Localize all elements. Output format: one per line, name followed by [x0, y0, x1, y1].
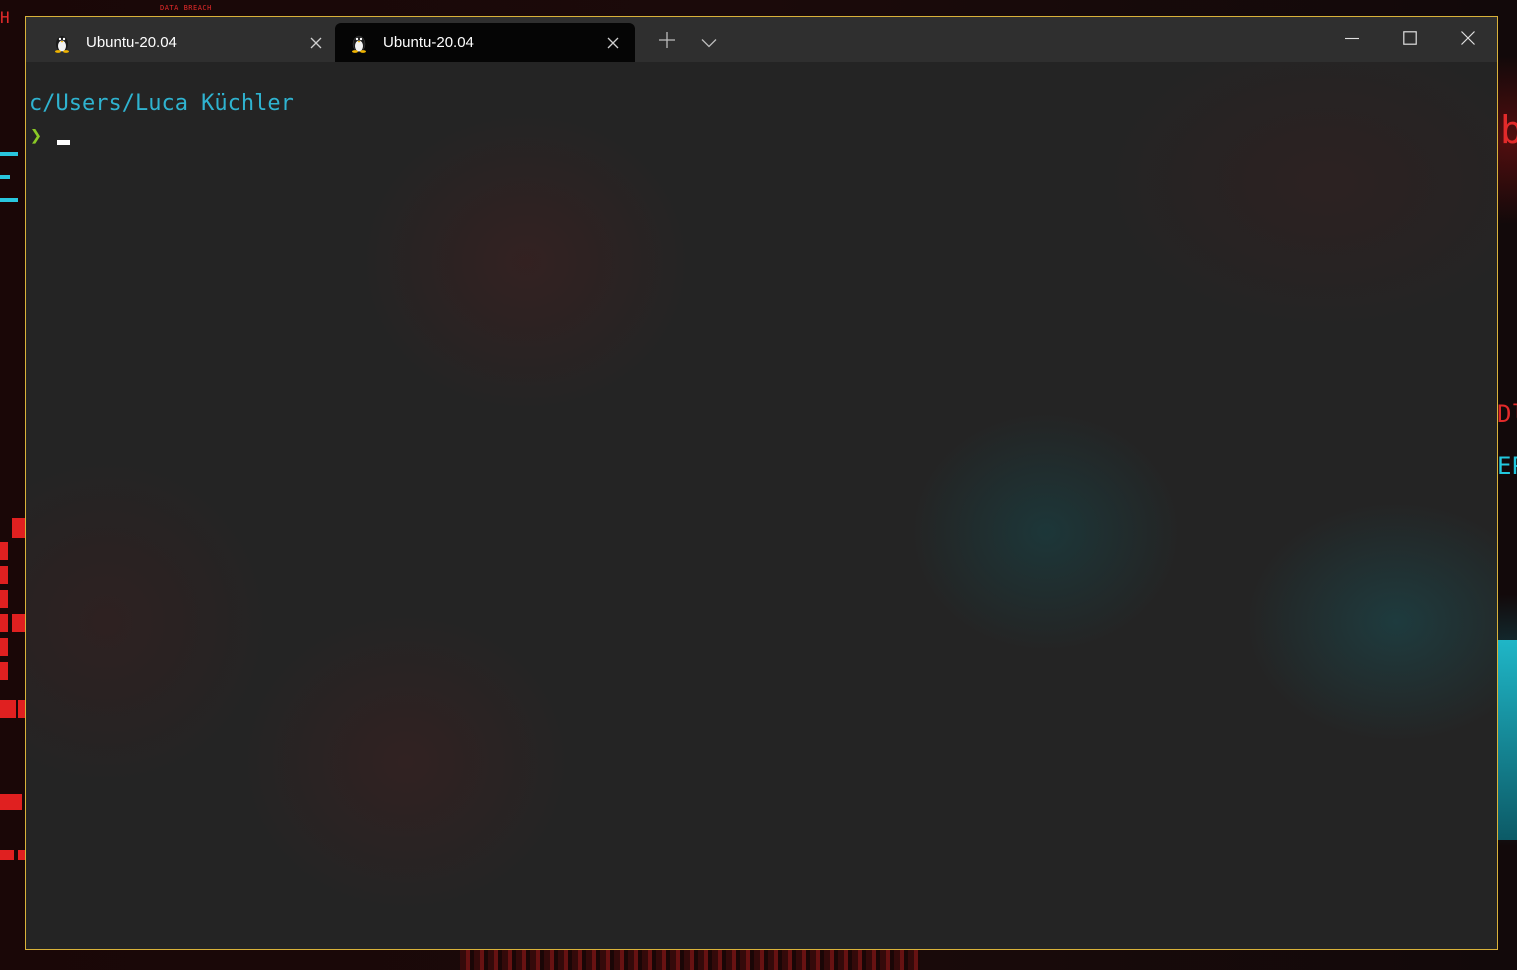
close-icon [1461, 30, 1475, 49]
wallpaper-decoration [0, 794, 22, 810]
wallpaper-decoration [0, 542, 8, 560]
wallpaper-text: b [1500, 108, 1517, 152]
wallpaper-decoration [1497, 640, 1517, 840]
linux-penguin-icon [349, 33, 369, 53]
maximize-button[interactable] [1381, 17, 1439, 61]
close-tab-icon[interactable] [306, 33, 326, 53]
tab-ubuntu-2[interactable]: Ubuntu-20.04 [335, 23, 635, 62]
wallpaper-text: H [0, 8, 10, 27]
minimize-icon [1345, 30, 1359, 49]
close-tab-icon[interactable] [603, 33, 623, 53]
wallpaper-decoration [0, 152, 18, 156]
wallpaper-decoration [460, 950, 920, 970]
new-tab-button[interactable] [652, 27, 682, 57]
wallpaper-decoration [0, 850, 14, 860]
close-window-button[interactable] [1439, 17, 1497, 61]
terminal-window: Ubuntu-20.04 Ubuntu-20.04 c/Users/Luca K… [25, 16, 1498, 950]
wallpaper-decoration [0, 638, 8, 656]
wallpaper-decoration [0, 590, 8, 608]
maximize-icon [1403, 30, 1417, 49]
text-cursor [57, 140, 70, 145]
wallpaper-decoration [18, 700, 25, 718]
tab-label: Ubuntu-20.04 [383, 34, 474, 51]
wallpaper-text: EP [1497, 452, 1517, 480]
chevron-down-icon [701, 33, 717, 52]
minimize-button[interactable] [1323, 17, 1381, 61]
tab-label: Ubuntu-20.04 [86, 34, 177, 51]
wallpaper-decoration [0, 700, 16, 718]
wallpaper-banner-text: DATA BREACH [160, 4, 212, 12]
wallpaper-decoration [0, 198, 18, 202]
prompt-line: ❯ [30, 122, 42, 148]
title-bar[interactable]: Ubuntu-20.04 Ubuntu-20.04 [26, 17, 1497, 62]
linux-penguin-icon [52, 33, 72, 53]
terminal-pane[interactable]: c/Users/Luca Küchler ❯ [26, 62, 1497, 949]
wallpaper-decoration [0, 614, 8, 632]
prompt-symbol: ❯ [30, 123, 43, 147]
wallpaper-decoration [18, 850, 25, 860]
wallpaper-text: Dl [1497, 400, 1517, 428]
wallpaper-decoration [12, 518, 25, 538]
plus-icon [658, 31, 676, 53]
wallpaper-decoration [0, 566, 8, 584]
prompt-path: c/Users/Luca Küchler [29, 91, 294, 116]
wallpaper-decoration [0, 662, 8, 680]
tab-dropdown-button[interactable] [694, 27, 724, 57]
wallpaper-decoration [12, 614, 25, 632]
tab-ubuntu-1[interactable]: Ubuntu-20.04 [38, 23, 338, 62]
wallpaper-decoration [0, 175, 10, 179]
